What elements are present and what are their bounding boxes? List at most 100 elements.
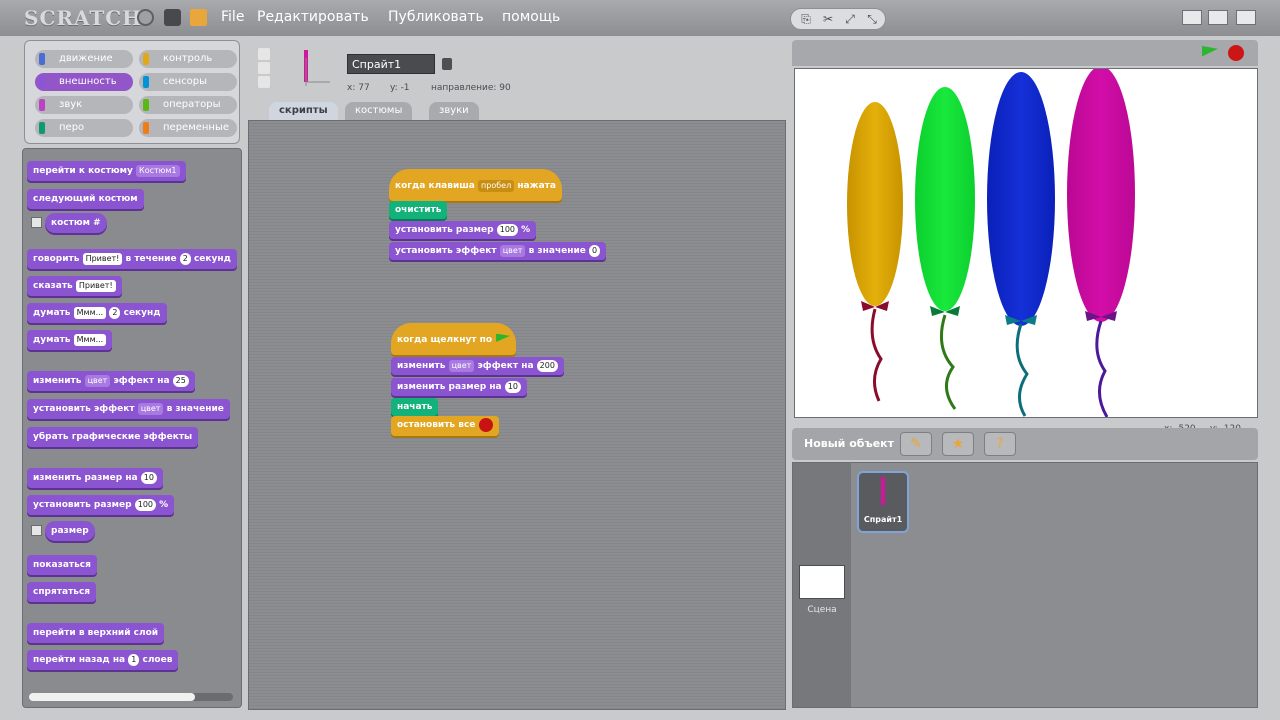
delete-scissors-icon[interactable]: ✂	[821, 12, 835, 26]
tool-group: ⎘ ✂ ⤢ ⤡	[790, 8, 886, 30]
language-globe-icon[interactable]	[137, 9, 154, 26]
sprite-x: x: 77	[347, 83, 370, 93]
category-label: контроль	[163, 53, 213, 64]
pen-swatch-icon	[39, 122, 45, 134]
sprite-tile[interactable]: Спрайт1	[857, 471, 909, 533]
sprite-tile-label: Спрайт1	[863, 515, 903, 524]
category-label: сенсоры	[163, 76, 208, 87]
palette-next-costume[interactable]: следующий костюм	[27, 189, 144, 209]
category-operators[interactable]: операторы	[139, 96, 237, 114]
category-motion[interactable]: движение	[35, 50, 133, 68]
size-checkbox[interactable]	[31, 525, 42, 536]
choose-sprite-file-icon[interactable]: ★	[942, 432, 974, 456]
category-label: внешность	[59, 76, 117, 87]
tab-sounds[interactable]: звуки	[429, 102, 479, 120]
new-object-label: Новый объект	[804, 437, 895, 450]
rotate-icon[interactable]	[258, 48, 270, 60]
presentation-mode-icon[interactable]	[1236, 10, 1256, 25]
paint-new-sprite-icon[interactable]: ✎	[900, 432, 932, 456]
green-flag-icon	[496, 333, 511, 342]
palette-go-front[interactable]: перейти в верхний слой	[27, 623, 165, 643]
scratch-logo: SCRATCH	[24, 6, 143, 30]
stage-thumbnail[interactable]	[799, 565, 845, 599]
stop-button[interactable]	[1228, 45, 1244, 61]
palette-scrollbar[interactable]	[29, 693, 233, 701]
palette-size-reporter[interactable]: размер	[45, 521, 95, 541]
script-stop-all[interactable]: остановить все	[391, 416, 500, 436]
no-rotate-icon[interactable]	[258, 76, 270, 88]
script-pen-down[interactable]: начать	[391, 398, 439, 416]
palette-think[interactable]: думать Ммм...	[27, 330, 113, 350]
lock-icon[interactable]	[442, 58, 452, 70]
script-area[interactable]: когда клавиша пробел нажата очистить уст…	[248, 120, 786, 710]
share-icon[interactable]	[190, 9, 207, 26]
flip-icon[interactable]	[258, 62, 270, 74]
category-label: переменные	[163, 122, 230, 133]
stage-canvas	[847, 69, 1135, 417]
normal-stage-icon[interactable]	[1208, 10, 1228, 25]
palette-change-effect[interactable]: изменить цвет эффект на 25	[27, 371, 195, 391]
palette-say-for[interactable]: говорить Привет! в течение 2 секунд	[27, 249, 237, 269]
script-when-flag-clicked[interactable]: когда щелкнут по	[391, 323, 517, 355]
category-control[interactable]: контроль	[139, 50, 237, 68]
category-variables[interactable]: переменные	[139, 119, 237, 137]
palette-say[interactable]: сказать Привет!	[27, 276, 122, 296]
script-change-effect[interactable]: изменить цвет эффект на 200	[391, 357, 564, 375]
palette-set-size[interactable]: установить размер 100 %	[27, 495, 175, 515]
sprite-list: Сцена Спрайт1	[792, 462, 1258, 708]
block-palette: перейти к костюму Костюм1 следующий кост…	[22, 148, 242, 708]
looks-swatch-icon	[39, 76, 45, 88]
sprite-name-field[interactable]: Спрайт1	[347, 54, 435, 74]
palette-hide[interactable]: спрятаться	[27, 582, 97, 602]
stage-column: Сцена	[793, 463, 851, 707]
category-sound[interactable]: звук	[35, 96, 133, 114]
category-sensing[interactable]: сенсоры	[139, 73, 237, 91]
category-label: звук	[59, 99, 83, 110]
script-clear[interactable]: очистить	[389, 201, 448, 219]
menu-file[interactable]: File	[221, 9, 244, 25]
category-panel: движение контроль внешность сенсоры звук…	[24, 40, 240, 144]
tab-scripts[interactable]: скрипты	[269, 102, 338, 120]
menubar: SCRATCH File Редактировать Публиковать п…	[0, 0, 1280, 36]
palette-clear-effects[interactable]: убрать графические эффекты	[27, 427, 199, 447]
sensing-swatch-icon	[143, 76, 149, 88]
script-change-size[interactable]: изменить размер на 10	[391, 378, 527, 396]
stage-label: Сцена	[807, 605, 837, 615]
small-stage-icon[interactable]	[1182, 10, 1202, 25]
sprite-thumbnail	[304, 50, 330, 86]
save-icon[interactable]	[164, 9, 181, 26]
palette-go-back[interactable]: перейти назад на 1 слоев	[27, 650, 179, 670]
stop-sign-icon	[479, 417, 494, 432]
menu-help[interactable]: помощь	[502, 9, 560, 25]
operators-swatch-icon	[143, 99, 149, 111]
tab-bar: скрипты костюмы звуки	[269, 102, 789, 120]
palette-change-size[interactable]: изменить размер на 10	[27, 468, 163, 488]
tab-costumes[interactable]: костюмы	[345, 102, 413, 120]
menu-edit[interactable]: Редактировать	[257, 9, 369, 25]
palette-show[interactable]: показаться	[27, 555, 97, 575]
category-label: движение	[59, 53, 113, 64]
motion-swatch-icon	[39, 53, 45, 65]
palette-think-for[interactable]: думать Ммм... 2 секунд	[27, 303, 167, 323]
rotation-style-group	[258, 48, 272, 92]
duplicate-stamp-icon[interactable]: ⎘	[799, 12, 813, 26]
shrink-icon[interactable]: ⤡	[865, 12, 879, 26]
costume-num-checkbox[interactable]	[31, 217, 42, 228]
palette-set-effect[interactable]: установить эффект цвет в значение	[27, 399, 230, 419]
script-when-key-pressed[interactable]: когда клавиша пробел нажата	[389, 169, 562, 201]
menu-publish[interactable]: Публиковать	[388, 9, 484, 25]
category-looks[interactable]: внешность	[35, 73, 133, 91]
sprite-y: y: -1	[390, 83, 410, 93]
palette-scroll-thumb[interactable]	[29, 693, 195, 701]
random-sprite-icon[interactable]: ?	[984, 432, 1016, 456]
stage[interactable]	[794, 68, 1258, 418]
script-set-size[interactable]: установить размер 100 %	[389, 221, 537, 239]
balloon-magenta	[1067, 69, 1135, 417]
stage-header	[792, 40, 1258, 66]
script-set-effect[interactable]: установить эффект цвет в значение 0	[389, 242, 607, 260]
balloon-yellow	[847, 102, 903, 402]
palette-costume-num[interactable]: костюм #	[45, 213, 107, 233]
grow-icon[interactable]: ⤢	[843, 12, 857, 26]
palette-switch-costume[interactable]: перейти к костюму Костюм1	[27, 161, 186, 181]
category-pen[interactable]: перо	[35, 119, 133, 137]
